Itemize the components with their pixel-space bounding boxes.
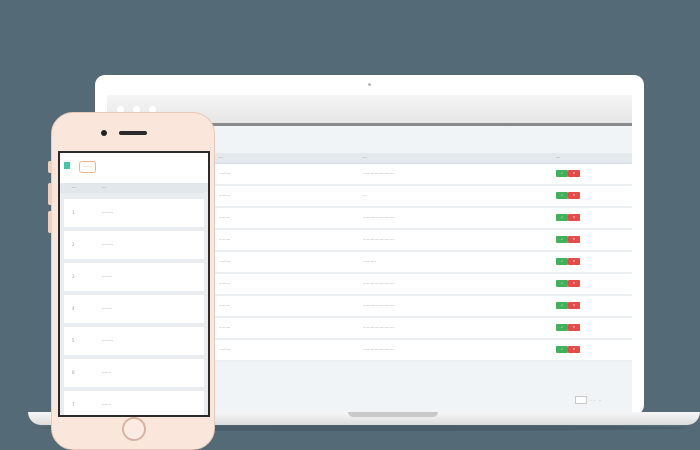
reject-button[interactable]: ✕ <box>568 214 580 221</box>
phone-mute-switch <box>48 161 52 173</box>
row-actions: ✓ ✕ <box>556 280 580 287</box>
reject-button[interactable]: ✕ <box>568 346 580 353</box>
list-item[interactable]: 1 ········· <box>64 199 204 227</box>
reject-button[interactable]: ✕ <box>568 258 580 265</box>
row-name: ········· <box>102 210 114 215</box>
phone-mockup: ······· ··· ··· 1 ········· 2 ········· … <box>48 112 215 450</box>
row-name: ········ <box>102 274 113 279</box>
reject-button[interactable]: ✕ <box>568 236 580 243</box>
row-description: ··· <box>363 193 367 198</box>
row-number: 1 <box>72 210 75 215</box>
list-item[interactable]: 3 ········ <box>64 263 204 291</box>
accept-button[interactable]: ✓ <box>556 170 568 177</box>
laptop-notch <box>348 412 438 417</box>
page-size-select[interactable] <box>575 396 587 404</box>
column-header-name: ··· <box>102 185 106 190</box>
chevron-down-icon[interactable]: ⌄ <box>599 398 602 402</box>
app-logo-icon <box>64 162 70 169</box>
mobile-table-header: ··· ··· <box>60 183 208 193</box>
reject-button[interactable]: ✕ <box>568 302 580 309</box>
reject-button[interactable]: ✕ <box>568 170 580 177</box>
accept-button[interactable]: ✓ <box>556 214 568 221</box>
phone-home-button[interactable] <box>122 417 146 441</box>
row-number: 3 <box>72 274 75 279</box>
accept-button[interactable]: ✓ <box>556 258 568 265</box>
reject-button[interactable]: ✕ <box>568 324 580 331</box>
pagination-text: ·· ··· <box>590 398 596 402</box>
mobile-header: ······· <box>60 153 208 183</box>
accept-button[interactable]: ✓ <box>556 192 568 199</box>
row-actions: ✓ ✕ <box>556 236 580 243</box>
laptop-camera <box>368 83 371 86</box>
row-description: ························· <box>363 171 395 176</box>
row-name: ········· <box>102 242 114 247</box>
row-name: ········· <box>219 347 231 352</box>
list-item[interactable]: 4 ········ <box>64 295 204 323</box>
row-description: ························· <box>363 347 395 352</box>
reject-button[interactable]: ✕ <box>568 192 580 199</box>
phone-volume-up <box>48 183 52 205</box>
column-header-number: ··· <box>72 185 76 190</box>
row-actions: ✓ ✕ <box>556 324 580 331</box>
reject-button[interactable]: ✕ <box>568 280 580 287</box>
row-actions: ✓ ✕ <box>556 258 580 265</box>
list-item[interactable]: 7 ······· <box>64 391 204 415</box>
accept-button[interactable]: ✓ <box>556 280 568 287</box>
row-actions: ✓ ✕ <box>556 302 580 309</box>
list-item[interactable]: 5 ········· <box>64 327 204 355</box>
column-header-actions: ··· <box>556 155 560 160</box>
row-description: ························· <box>363 215 395 220</box>
row-number: 2 <box>72 242 75 247</box>
mobile-badge-button[interactable]: ······· <box>79 161 96 173</box>
row-actions: ✓ ✕ <box>556 170 580 177</box>
accept-button[interactable]: ✓ <box>556 302 568 309</box>
row-actions: ✓ ✕ <box>556 192 580 199</box>
row-actions: ✓ ✕ <box>556 346 580 353</box>
row-name: ········· <box>219 259 231 264</box>
phone-camera <box>101 130 107 136</box>
row-name: ········· <box>219 325 231 330</box>
row-number: 7 <box>72 402 75 407</box>
accept-button[interactable]: ✓ <box>556 236 568 243</box>
row-actions: ✓ ✕ <box>556 214 580 221</box>
row-description: ························· <box>363 237 395 242</box>
row-description: ························· <box>363 303 395 308</box>
row-name: ········· <box>219 281 231 286</box>
row-name: ········· <box>219 303 231 308</box>
row-description: ························· <box>363 325 395 330</box>
column-header-name: ··· <box>219 155 223 160</box>
row-name: ········· <box>219 215 231 220</box>
phone-screen: ······· ··· ··· 1 ········· 2 ········· … <box>58 151 210 417</box>
row-description: ························· <box>363 281 395 286</box>
row-name: ········· <box>102 338 114 343</box>
row-number: 6 <box>72 370 75 375</box>
row-name: ········ <box>102 306 113 311</box>
row-number: 4 <box>72 306 75 311</box>
row-number: 5 <box>72 338 75 343</box>
list-item[interactable]: 2 ········· <box>64 231 204 259</box>
row-name: ········· <box>219 237 231 242</box>
accept-button[interactable]: ✓ <box>556 324 568 331</box>
accept-button[interactable]: ✓ <box>556 346 568 353</box>
phone-volume-down <box>48 211 52 233</box>
row-name: ········· <box>219 171 231 176</box>
list-item[interactable]: 6 ······· <box>64 359 204 387</box>
row-name: ······· <box>102 370 111 375</box>
row-name: ········· <box>219 193 231 198</box>
column-header-description: ··· <box>363 155 367 160</box>
row-description: ·········· <box>363 259 376 264</box>
phone-speaker <box>119 131 147 135</box>
pagination: ·· ··· ⌄ <box>575 396 601 404</box>
row-name: ······· <box>102 402 111 407</box>
